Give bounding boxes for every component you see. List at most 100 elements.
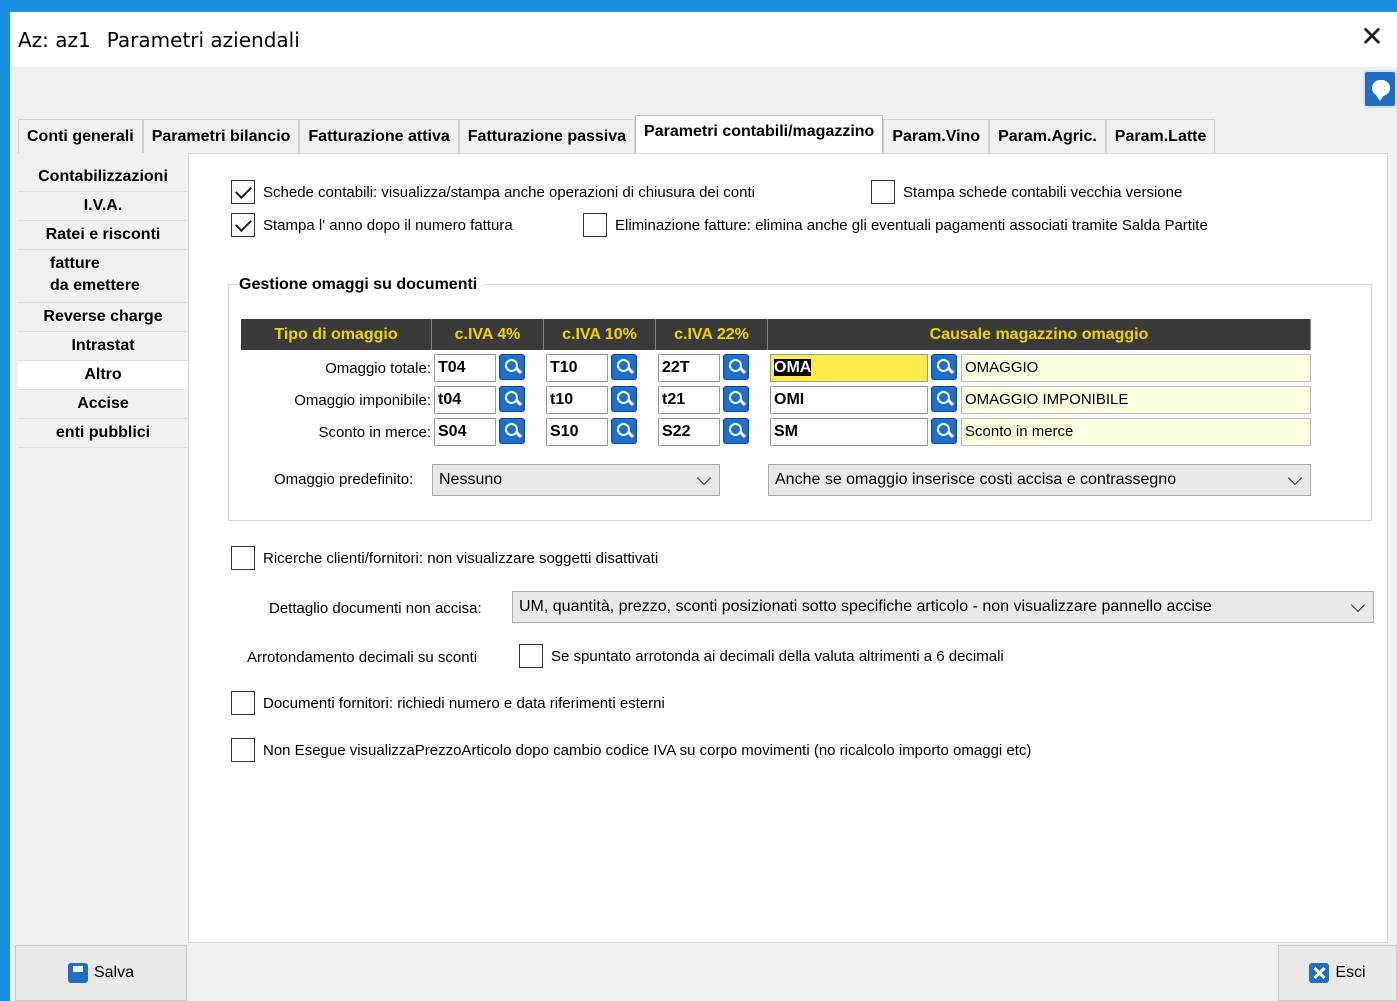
dettaglio-value: UM, quantità, prezzo, sconti posizionati…: [519, 598, 1212, 615]
arrotonda-label: Se spuntato arrotonda ai decimali della …: [551, 647, 1004, 665]
search-icon[interactable]: [611, 418, 637, 444]
help-chat-icon[interactable]: [1363, 70, 1397, 108]
elimina-checkbox[interactable]: [583, 213, 607, 237]
anno-option: Stampa l' anno dopo il numero fattura: [231, 213, 513, 237]
search-icon[interactable]: [611, 354, 637, 380]
nonesegue-checkbox[interactable]: [231, 738, 255, 762]
header-iva22: c.IVA 22%: [656, 319, 768, 350]
sidebar-item-ratei-risconti[interactable]: Ratei e risconti: [18, 221, 188, 250]
causale-description: OMAGGIO: [961, 354, 1311, 382]
vecchia-option: Stampa schede contabili vecchia versione: [871, 180, 1182, 204]
chevron-down-icon: [1350, 597, 1366, 613]
chevron-down-icon: [1287, 470, 1303, 486]
ricerche-checkbox[interactable]: [231, 546, 255, 570]
row-label-omaggio-imponibile: Omaggio imponibile:: [294, 392, 431, 409]
anno-checkbox[interactable]: [231, 213, 255, 237]
fornitori-checkbox[interactable]: [231, 691, 255, 715]
bottom-bar: [10, 943, 1397, 1001]
arrotonda-option: Se spuntato arrotonda ai decimali della …: [519, 644, 1004, 668]
search-icon[interactable]: [499, 386, 525, 412]
row-label-omaggio-totale: Omaggio totale:: [325, 360, 431, 377]
accisa-omaggio-select[interactable]: Anche se omaggio inserisce costi accisa …: [768, 464, 1311, 496]
tab-parametri-contabili-magazzino[interactable]: Parametri contabili/magazzino: [635, 115, 884, 153]
search-icon[interactable]: [931, 386, 957, 412]
window-title-text: Parametri aziendali: [106, 28, 300, 52]
sidebar-item-reverse-charge[interactable]: Reverse charge: [18, 303, 188, 332]
iva10-field[interactable]: t10: [546, 386, 608, 414]
close-icon[interactable]: ✕: [1357, 22, 1387, 52]
causale-field[interactable]: OMI: [770, 386, 928, 414]
search-icon[interactable]: [499, 418, 525, 444]
fornitori-label: Documenti fornitori: richiedi numero e d…: [263, 694, 665, 712]
omaggi-group-title: Gestione omaggi su documenti: [239, 276, 484, 294]
dettaglio-select[interactable]: UM, quantità, prezzo, sconti posizionati…: [512, 591, 1374, 623]
search-icon[interactable]: [611, 386, 637, 412]
omaggio-predefinito-value: Nessuno: [439, 471, 503, 488]
arrotonda-checkbox[interactable]: [519, 644, 543, 668]
causale-description: OMAGGIO IMPONIBILE: [961, 386, 1311, 414]
sidebar-item-contabilizzazioni[interactable]: Contabilizzazioni: [18, 163, 188, 192]
header-iva4: c.IVA 4%: [432, 319, 544, 350]
iva4-field[interactable]: T04: [434, 354, 496, 382]
tab-conti-generali[interactable]: Conti generali: [18, 119, 143, 153]
schede-label: Schede contabili: visualizza/stampa anch…: [263, 183, 755, 201]
search-icon[interactable]: [931, 418, 957, 444]
sidebar-item-accise[interactable]: Accise: [18, 390, 188, 419]
sidebar: Contabilizzazioni I.V.A. Ratei e riscont…: [18, 163, 188, 448]
causale-field[interactable]: OMA: [770, 354, 928, 382]
tab-fatturazione-passiva[interactable]: Fatturazione passiva: [458, 119, 636, 153]
tab-fatturazione-attiva[interactable]: Fatturazione attiva: [299, 119, 459, 153]
schede-option: Schede contabili: visualizza/stampa anch…: [231, 180, 755, 204]
header-tipo-omaggio: Tipo di omaggio: [241, 319, 432, 350]
search-icon[interactable]: [723, 418, 749, 444]
nonesegue-option: Non Esegue visualizzaPrezzoArticolo dopo…: [231, 738, 1031, 762]
search-icon[interactable]: [931, 354, 957, 380]
iva4-field[interactable]: t04: [434, 386, 496, 414]
header-iva10: c.IVA 10%: [544, 319, 656, 350]
iva22-field[interactable]: t21: [658, 386, 720, 414]
vecchia-checkbox[interactable]: [871, 180, 895, 204]
title-bar: Az: az1 Parametri aziendali ✕: [10, 12, 1397, 67]
arrotondamento-label: Arrotondamento decimali su sconti: [247, 649, 478, 666]
sidebar-item-fatture-da-emettere[interactable]: fatture da emettere: [18, 250, 188, 303]
causale-value: OMA: [774, 359, 812, 376]
sidebar-item-label: fatture: [50, 255, 100, 272]
tab-param-vino[interactable]: Param.Vino: [883, 119, 990, 153]
sidebar-item-intrastat[interactable]: Intrastat: [18, 332, 188, 361]
iva10-field[interactable]: T10: [546, 354, 608, 382]
elimina-option: Eliminazione fatture: elimina anche gli …: [583, 213, 1208, 237]
save-icon: [67, 963, 88, 983]
omaggio-predefinito-label: Omaggio predefinito:: [274, 471, 414, 488]
ricerche-option: Ricerche clienti/fornitori: non visualiz…: [231, 546, 658, 570]
tab-param-agric[interactable]: Param.Agric.: [989, 119, 1106, 153]
schede-checkbox[interactable]: [231, 180, 255, 204]
tab-bar: Conti generali Parametri bilancio Fattur…: [18, 115, 1216, 153]
exit-button[interactable]: Esci: [1278, 945, 1397, 1001]
omaggio-predefinito-select[interactable]: Nessuno: [432, 464, 720, 496]
elimina-label: Eliminazione fatture: elimina anche gli …: [615, 216, 1208, 234]
header-causale: Causale magazzino omaggio: [768, 319, 1311, 350]
search-icon[interactable]: [723, 386, 749, 412]
tab-param-latte[interactable]: Param.Latte: [1105, 119, 1216, 153]
iva4-field[interactable]: S04: [434, 418, 496, 446]
iva10-field[interactable]: S10: [546, 418, 608, 446]
save-button-label: Salva: [93, 964, 135, 981]
save-button[interactable]: Salva: [15, 945, 187, 1001]
sidebar-item-iva[interactable]: I.V.A.: [18, 192, 188, 221]
vecchia-label: Stampa schede contabili vecchia versione: [903, 183, 1183, 201]
company-label: Az: az1: [18, 28, 91, 52]
tab-parametri-bilancio[interactable]: Parametri bilancio: [142, 119, 300, 153]
search-icon[interactable]: [499, 354, 525, 380]
exit-button-label: Esci: [1335, 964, 1366, 981]
dettaglio-label: Dettaglio documenti non accisa:: [269, 600, 482, 617]
iva22-field[interactable]: 22T: [658, 354, 720, 382]
ricerche-label: Ricerche clienti/fornitori: non visualiz…: [263, 549, 659, 567]
search-icon[interactable]: [723, 354, 749, 380]
iva22-field[interactable]: S22: [658, 418, 720, 446]
sidebar-item-label: da emettere: [50, 277, 140, 294]
causale-field[interactable]: SM: [770, 418, 928, 446]
window-title: Az: az1 Parametri aziendali: [18, 28, 300, 52]
sidebar-item-altro[interactable]: Altro: [18, 361, 188, 390]
chevron-down-icon: [696, 470, 712, 486]
sidebar-item-enti-pubblici[interactable]: enti pubblici: [18, 419, 188, 448]
